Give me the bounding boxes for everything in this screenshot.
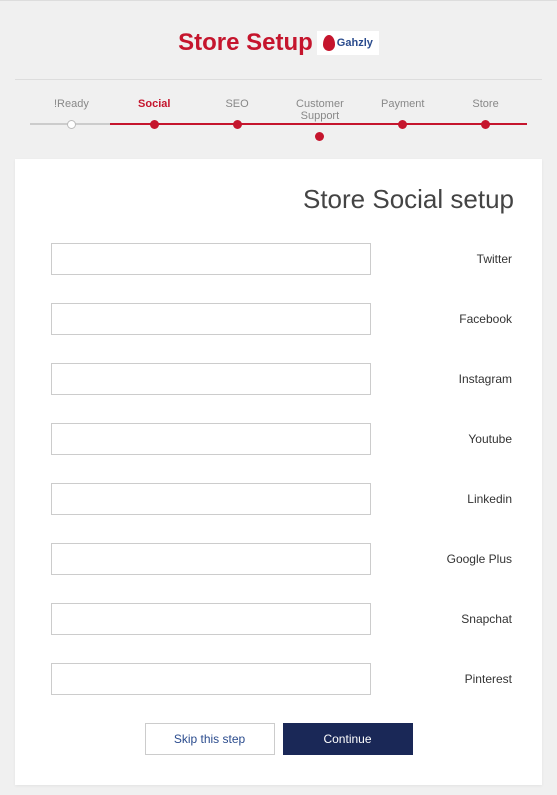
stepper: !Ready Social SEO Customer Support Payme… [30,98,527,159]
button-row: Skip this step Continue [33,723,524,755]
twitter-input[interactable] [51,243,371,275]
facebook-input[interactable] [51,303,371,335]
field-label: Linkedin [371,492,524,506]
form-title: Store Social setup [33,184,524,215]
page-container: Store Setup Gahzly !Ready Social SEO Cus… [0,0,557,795]
linkedin-input[interactable] [51,483,371,515]
form-card: Store Social setup Twitter Facebook Inst… [15,159,542,785]
instagram-input[interactable] [51,363,371,395]
field-label: Facebook [371,312,524,326]
field-label: Pinterest [371,672,524,686]
field-label: Instagram [371,372,524,386]
step-dot-icon [315,132,324,141]
step-label: SEO [196,98,279,110]
snapchat-input[interactable] [51,603,371,635]
step-dot-icon [398,120,407,129]
field-row-facebook: Facebook [33,303,524,335]
field-label: Snapchat [371,612,524,626]
step-label: Payment [361,98,444,110]
field-label: Twitter [371,252,524,266]
logo-text: Gahzly [337,37,373,49]
step-label: !Ready [30,98,113,110]
step-dot-icon [481,120,490,129]
pinterest-input[interactable] [51,663,371,695]
googleplus-input[interactable] [51,543,371,575]
field-row-linkedin: Linkedin [33,483,524,515]
step-dot-icon [67,120,76,129]
step-customer-support[interactable]: Customer Support [278,98,361,141]
field-row-instagram: Instagram [33,363,524,395]
step-dot-icon [233,120,242,129]
field-row-googleplus: Google Plus [33,543,524,575]
header: Store Setup Gahzly [10,11,547,79]
youtube-input[interactable] [51,423,371,455]
step-connector [110,123,527,125]
continue-button[interactable]: Continue [283,723,413,755]
step-label: Customer Support [278,98,361,122]
header-divider [15,79,542,80]
field-label: Youtube [371,432,524,446]
pin-icon [323,35,335,51]
field-row-pinterest: Pinterest [33,663,524,695]
step-label: Social [113,98,196,110]
header-title: Store Setup [178,29,313,57]
field-label: Google Plus [371,552,524,566]
skip-button[interactable]: Skip this step [145,723,275,755]
step-label: Store [444,98,527,110]
field-row-snapchat: Snapchat [33,603,524,635]
field-row-twitter: Twitter [33,243,524,275]
logo-badge: Gahzly [317,31,379,55]
field-row-youtube: Youtube [33,423,524,455]
step-dot-icon [150,120,159,129]
